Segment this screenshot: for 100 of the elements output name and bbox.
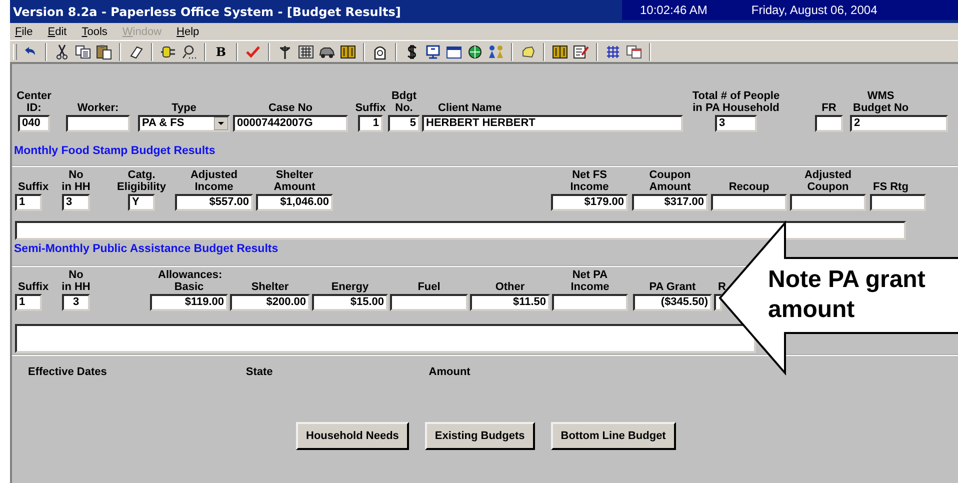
field-label: PA Grant [649, 281, 696, 293]
section-heading: Monthly Food Stamp Budget Results [13, 144, 216, 158]
menu-item[interactable]: Edit [48, 26, 67, 38]
text-field[interactable] [714, 294, 722, 311]
field-label: No in HH [62, 169, 90, 193]
text-field[interactable]: 00007442007G [233, 115, 348, 132]
search-icon[interactable] [181, 44, 197, 60]
globe-icon[interactable] [467, 44, 483, 60]
text-field[interactable]: 3 [715, 115, 757, 132]
text-field[interactable]: HERBERT HERBERT [422, 115, 683, 132]
field-label: No in HH [62, 269, 90, 293]
text-field[interactable]: 5 [388, 115, 420, 132]
eraser-icon[interactable] [128, 44, 144, 60]
copy-icon[interactable] [75, 44, 91, 60]
text-field[interactable] [66, 115, 130, 132]
notes-field[interactable] [15, 324, 756, 353]
text-field[interactable]: ($345.50) [633, 294, 712, 311]
action-button[interactable]: Bottom Line Budget [550, 422, 676, 450]
group-label: Allowances: [158, 269, 222, 281]
calendar-icon[interactable] [446, 44, 462, 60]
text-field[interactable]: 2 [850, 115, 948, 132]
field-label: Shelter Amount [274, 169, 316, 193]
field-label: Other [495, 281, 525, 293]
paste-icon[interactable] [96, 44, 112, 60]
field-label: Recoup [728, 181, 770, 193]
book-icon[interactable] [340, 44, 356, 60]
menu-item[interactable]: Help [176, 26, 200, 38]
field-label: Suffix [355, 102, 386, 114]
badge-icon[interactable] [372, 44, 388, 60]
text-field[interactable]: $15.00 [312, 294, 388, 311]
window-icon[interactable] [626, 44, 642, 60]
text-field[interactable] [790, 194, 866, 211]
field-label: Type [172, 102, 196, 114]
checkmark-icon[interactable] [245, 44, 261, 60]
text-field[interactable]: $200.00 [230, 294, 310, 311]
section-heading: Semi-Monthly Public Assistance Budget Results [13, 242, 280, 256]
field-label: Fuel [418, 281, 440, 293]
field-label: Client Name [438, 102, 502, 114]
field-label: Total # of People in PA Household [692, 90, 780, 114]
field-label: Worker: [77, 102, 119, 114]
text-field[interactable] [815, 115, 843, 132]
text-field[interactable]: $1,046.00 [256, 194, 333, 211]
field-label: FS Rtg [873, 181, 908, 193]
notes-field[interactable] [15, 221, 906, 240]
field-label: Shelter [251, 281, 289, 293]
plug-icon[interactable] [160, 44, 176, 60]
type-dropdown[interactable]: PA & FS [138, 115, 230, 132]
text-field[interactable]: 3 [62, 294, 90, 311]
column-header: State [246, 366, 273, 380]
text-field[interactable]: $119.00 [150, 294, 228, 311]
field-label: Adjusted Coupon [804, 169, 852, 193]
bold-button[interactable]: B [213, 44, 229, 58]
keypad-icon[interactable] [298, 44, 314, 60]
text-field[interactable] [552, 294, 628, 311]
monitor-icon[interactable] [425, 44, 441, 60]
text-field[interactable] [390, 294, 468, 311]
field-label: FR [822, 102, 836, 114]
text-field[interactable]: 1 [358, 115, 383, 132]
grid-icon[interactable] [605, 44, 621, 60]
text-field[interactable]: 1 [15, 194, 42, 211]
field-label: Net FS Income [570, 169, 609, 193]
text-field[interactable]: $557.00 [175, 194, 253, 211]
column-header: Effective Dates [28, 366, 107, 380]
menu-item[interactable]: Tools [82, 26, 108, 38]
dropdown-arrow-icon [214, 117, 228, 130]
note-icon[interactable] [573, 44, 589, 60]
text-field[interactable]: $317.00 [632, 194, 708, 211]
text-field[interactable]: 1 [15, 294, 42, 311]
field-label: Catg. Eligibility [117, 169, 166, 193]
field-label: Net PA Income [570, 269, 610, 293]
clock-date: Friday, August 06, 2004 [751, 3, 878, 17]
field-label: Case No [268, 102, 313, 114]
staff-icon[interactable] [277, 44, 293, 60]
field-label: Adjusted Income [190, 169, 238, 193]
field-label: Suffix [18, 181, 49, 193]
text-field[interactable]: $11.50 [470, 294, 550, 311]
menu-item[interactable]: File [15, 26, 33, 38]
field-label: Basic [174, 281, 204, 293]
text-field[interactable] [870, 194, 926, 211]
book-icon[interactable] [552, 44, 568, 60]
text-field[interactable]: 3 [62, 194, 90, 211]
text-field[interactable]: 040 [18, 115, 50, 132]
text-field[interactable] [711, 194, 787, 211]
field-label: Suffix [18, 281, 49, 293]
field-label: Coupon Amount [649, 169, 691, 193]
cut-icon[interactable] [54, 44, 70, 60]
action-button[interactable]: Household Needs [296, 422, 409, 450]
field-label: R [718, 281, 726, 293]
field-label: Center ID: [16, 90, 52, 114]
action-button[interactable]: Existing Budgets [424, 422, 535, 450]
field-label: Bdgt No. [391, 90, 417, 114]
field-label: Energy [331, 281, 369, 293]
callout-text: Note PA grant amount [768, 265, 926, 325]
text-field[interactable]: $179.00 [551, 194, 628, 211]
people-icon[interactable] [488, 44, 504, 60]
clock-time: 10:02:46 AM [640, 3, 708, 17]
column-header: Amount [428, 366, 470, 380]
window-title: Version 8.2a - Paperless Office System - [Budget Results] [12, 4, 401, 18]
text-field[interactable]: Y [128, 194, 155, 211]
field-label: WMS Budget No [853, 90, 909, 114]
